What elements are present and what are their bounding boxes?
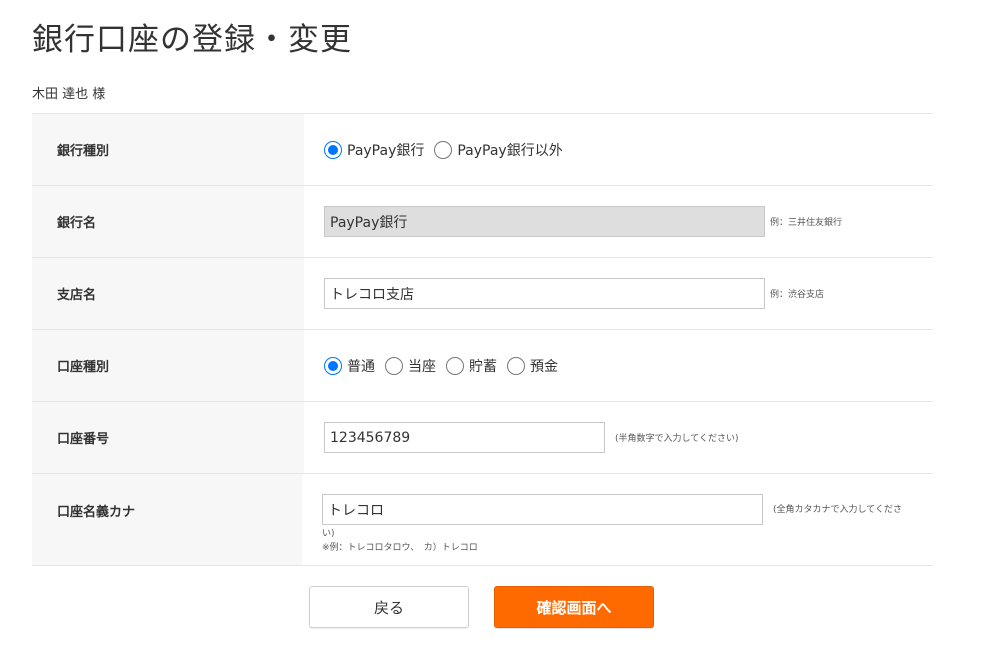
account-number-input[interactable]: [324, 422, 605, 453]
account-holder-kana-example: ※例：トレコロタロウ、 カ）トレコロ: [322, 543, 478, 553]
row-account-holder-kana: 口座名義カナ (全角カタカナで入力してくださ い) ※例：トレコロタロウ、 カ）…: [32, 474, 933, 566]
row-account-type: 口座種別 普通 当座 貯蓄 預金: [32, 330, 933, 402]
radio-deposit-label: 預金: [530, 358, 558, 375]
bank-type-radio-group: PayPay銀行 PayPay銀行以外: [324, 140, 573, 160]
radio-current[interactable]: 当座: [385, 356, 436, 376]
account-number-label: 口座番号: [32, 402, 304, 473]
radio-savings-label: 貯蓄: [469, 358, 497, 375]
branch-name-input[interactable]: [324, 278, 765, 309]
user-name: 木田 達也 様: [32, 87, 106, 102]
radio-unchecked-icon[interactable]: [507, 356, 525, 375]
radio-checked-icon[interactable]: [324, 140, 342, 159]
bank-name-input: [324, 206, 765, 237]
bank-account-form: 銀行種別 PayPay銀行 PayPay銀行以外 銀行名 例：三井住友銀行: [32, 113, 933, 566]
page-title: 銀行口座の登録・変更: [32, 22, 352, 58]
account-holder-kana-input[interactable]: [322, 494, 763, 525]
bank-name-label: 銀行名: [32, 186, 304, 257]
radio-paypay-bank-label: PayPay銀行: [347, 142, 425, 159]
bank-type-value: PayPay銀行 PayPay銀行以外: [304, 114, 933, 185]
account-type-radio-group: 普通 当座 貯蓄 預金: [324, 356, 568, 376]
branch-name-value: 例：渋谷支店: [304, 258, 933, 329]
account-number-value: (半角数字で入力してください): [304, 402, 933, 473]
row-bank-type: 銀行種別 PayPay銀行 PayPay銀行以外: [32, 114, 933, 186]
bank-type-label: 銀行種別: [32, 114, 304, 185]
branch-name-hint: 例：渋谷支店: [770, 290, 825, 300]
radio-unchecked-icon[interactable]: [385, 356, 403, 375]
account-holder-kana-hint: (全角カタカナで入力してくださ: [773, 504, 902, 515]
radio-savings[interactable]: 貯蓄: [446, 356, 497, 376]
radio-paypay-bank[interactable]: PayPay銀行: [324, 140, 424, 160]
row-bank-name: 銀行名 例：三井住友銀行: [32, 186, 933, 258]
bank-name-hint: 例：三井住友銀行: [770, 218, 843, 228]
row-account-number: 口座番号 (半角数字で入力してください): [32, 402, 933, 474]
account-holder-kana-value: (全角カタカナで入力してくださ い) ※例：トレコロタロウ、 カ）トレコロ: [302, 474, 933, 565]
account-type-value: 普通 当座 貯蓄 預金: [304, 330, 933, 401]
back-button[interactable]: 戻る: [309, 586, 469, 628]
radio-other-bank-label: PayPay銀行以外: [457, 142, 563, 159]
row-branch-name: 支店名 例：渋谷支店: [32, 258, 933, 330]
account-holder-kana-label: 口座名義カナ: [32, 474, 302, 565]
account-holder-kana-hint-continued: い): [322, 529, 335, 539]
radio-current-label: 当座: [408, 358, 436, 375]
radio-deposit[interactable]: 預金: [507, 356, 558, 376]
radio-unchecked-icon[interactable]: [434, 140, 453, 159]
radio-ordinary[interactable]: 普通: [324, 356, 375, 376]
radio-unchecked-icon[interactable]: [446, 356, 464, 375]
branch-name-label: 支店名: [32, 258, 304, 329]
radio-checked-icon[interactable]: [324, 356, 342, 375]
account-number-hint: (半角数字で入力してください): [615, 434, 739, 444]
bank-name-value: 例：三井住友銀行: [304, 186, 933, 257]
account-type-label: 口座種別: [32, 330, 304, 401]
confirm-button[interactable]: 確認画面へ: [494, 586, 654, 628]
radio-other-bank[interactable]: PayPay銀行以外: [434, 140, 563, 160]
radio-ordinary-label: 普通: [347, 358, 375, 375]
